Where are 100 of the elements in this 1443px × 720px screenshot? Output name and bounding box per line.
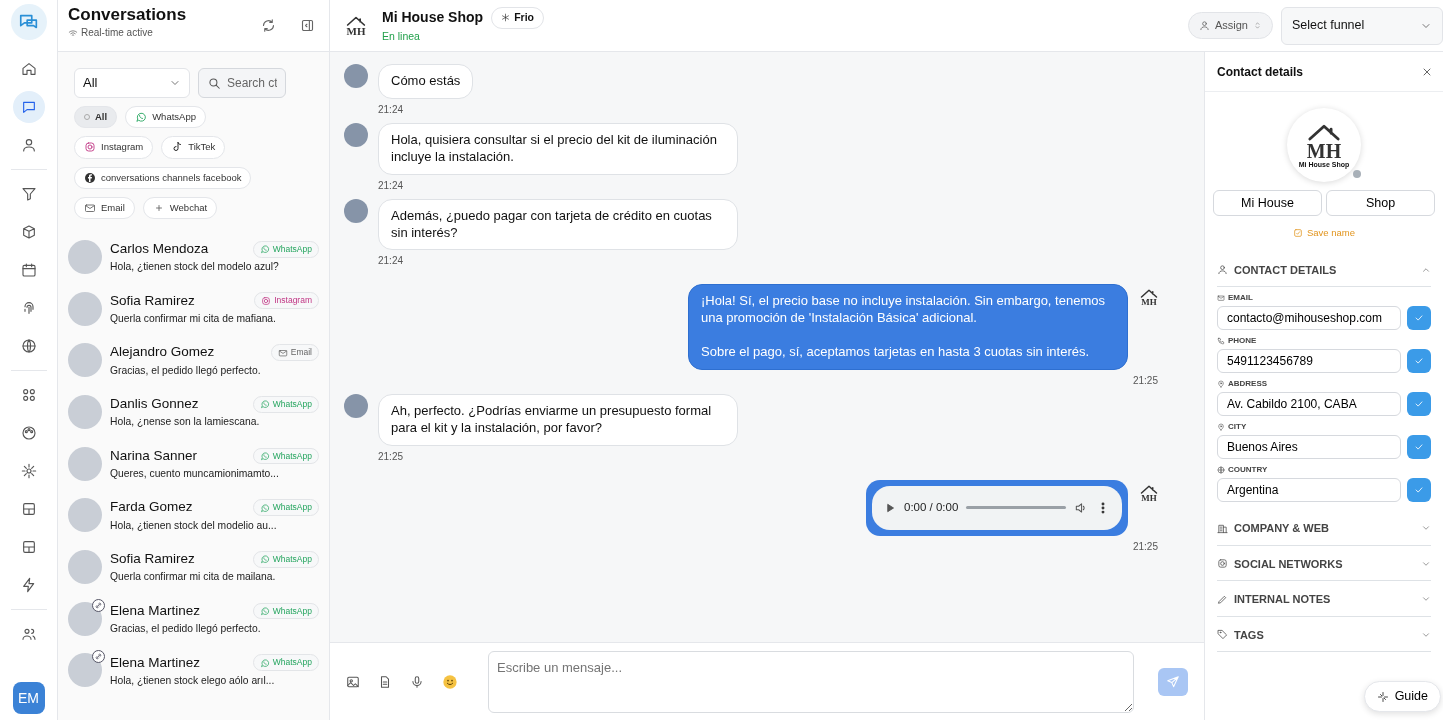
calendar-icon <box>20 262 37 278</box>
check-icon <box>1414 442 1424 452</box>
whatsapp-icon <box>135 111 148 124</box>
emoji-icon <box>442 674 458 691</box>
message-bubble: Además, ¿puedo pagar con tarjeta de crédito en cuotas sin interés? <box>378 198 738 251</box>
sidebar-icon <box>300 18 315 34</box>
layout-icon <box>20 501 37 517</box>
globe-icon <box>20 338 37 354</box>
message-time: 21:24 <box>378 254 405 269</box>
confirm-button[interactable] <box>1407 435 1431 459</box>
message-time: 21:25 <box>378 449 405 464</box>
users-icon <box>20 626 37 642</box>
check-icon <box>1414 356 1424 366</box>
message-preview: Gracias, el pedido llegó perfecto. <box>110 622 262 637</box>
text-field[interactable]: 5491123456789 <box>1217 349 1401 373</box>
text-field[interactable]: Argentina <box>1217 478 1401 502</box>
confirm-button[interactable] <box>1407 306 1431 330</box>
contact-name: Alejandro Gomez <box>110 343 215 362</box>
message-preview: Hola, ¿tienen stock del modelo azul? <box>110 260 280 275</box>
apps-icon <box>20 387 37 403</box>
message-input[interactable]: Escribe un mensaje... <box>488 650 1134 713</box>
document-icon <box>378 675 392 690</box>
channel-badge: WhatsApp <box>252 654 319 671</box>
channel-filter[interactable]: TikTek <box>161 136 226 159</box>
channel-filter[interactable]: All <box>74 106 118 129</box>
globe-icon <box>1217 466 1225 474</box>
chat-icon <box>20 99 37 115</box>
message-preview: Hola, ¿tienen stock elego aólo arıl... <box>110 673 276 688</box>
search-field[interactable]: Search ct <box>198 68 286 98</box>
send-icon <box>1166 674 1180 689</box>
channel-filter[interactable]: WhatsApp <box>125 106 206 129</box>
first-name-field[interactable]: Mi House <box>1213 190 1322 216</box>
audio-progress-track[interactable] <box>966 506 1066 510</box>
panel-title: Contact details <box>1217 63 1303 81</box>
app-logo[interactable] <box>10 4 47 40</box>
tiktok-icon <box>171 141 184 154</box>
guide-button[interactable]: Guide <box>1363 681 1441 712</box>
text-field[interactable]: contacto@mihouseshop.com <box>1217 306 1401 330</box>
channel-badge: WhatsApp <box>252 499 319 516</box>
image-icon <box>346 675 360 690</box>
brand-logo: MH <box>1306 122 1342 161</box>
assign-button[interactable]: Assign <box>1187 12 1273 39</box>
location-icon <box>1217 423 1225 431</box>
confirm-button[interactable] <box>1407 478 1431 502</box>
wifi-icon <box>68 27 78 38</box>
filter-select[interactable]: All <box>74 68 190 98</box>
search-icon <box>207 76 221 90</box>
message-time: 21:24 <box>378 178 405 193</box>
instagram-icon <box>261 295 272 306</box>
section-header[interactable]: CONTACT DETAILS <box>1217 251 1431 287</box>
edit-icon <box>1292 228 1303 238</box>
palette-icon <box>20 425 37 441</box>
message-bubble: Ah, perfecto. ¿Podrías enviarme un presupuesto formal para el kit y la instalación, por favor? <box>378 394 738 446</box>
tag-icon <box>1217 629 1228 641</box>
section-header[interactable]: SOCIAL NETWORKS <box>1217 545 1431 581</box>
avatar-photo <box>344 64 368 88</box>
funnel-select[interactable]: Select funnel <box>1281 6 1443 45</box>
email-icon <box>277 347 288 358</box>
box-icon <box>20 224 37 240</box>
panel-title: Conversations <box>68 5 188 26</box>
section-header[interactable]: TAGS <box>1217 616 1431 652</box>
message-bubble: Cómo estás <box>378 64 474 99</box>
confirm-button[interactable] <box>1407 349 1431 373</box>
check-icon <box>1414 313 1424 323</box>
audio-player[interactable]: 0:00 / 0:00 <box>872 485 1122 530</box>
field-label: EMAIL <box>1228 292 1253 304</box>
avatar-photo <box>344 198 368 223</box>
message-preview: Gracias, el pedido llegó perfecto. <box>110 363 262 378</box>
message-bubble: Hola, quisiera consultar si el precio del kit de iluminación incluye la instalación. <box>378 122 738 175</box>
section-header[interactable]: INTERNAL NOTES <box>1217 581 1431 617</box>
text-field[interactable]: Buenos Aires <box>1217 435 1401 459</box>
message-time: 21:25 <box>1132 539 1158 554</box>
snowflake-icon <box>501 13 511 23</box>
home-icon <box>20 61 37 77</box>
user-icon <box>1217 264 1228 276</box>
instagram-icon <box>1217 558 1228 570</box>
channel-filter[interactable]: Webchat <box>142 196 218 219</box>
channel-badge: WhatsApp <box>252 447 319 465</box>
channel-filter[interactable]: Instagram <box>74 136 154 159</box>
play-icon <box>884 502 896 515</box>
audio-time: 0:00 / 0:00 <box>904 500 959 516</box>
instagram-icon <box>84 141 96 154</box>
user-icon <box>1198 20 1210 31</box>
last-name-field[interactable]: Shop <box>1326 190 1435 216</box>
user-avatar[interactable]: EM <box>12 682 45 714</box>
contact-name: Sofia Ramirez <box>110 291 195 310</box>
channel-filter[interactable]: Email <box>74 196 135 219</box>
whatsapp-icon <box>259 399 270 410</box>
whatsapp-icon <box>259 605 270 616</box>
confirm-button[interactable] <box>1407 392 1431 416</box>
channel-filter[interactable]: conversations channels facebook <box>74 166 252 189</box>
contact-name: Sofia Ramirez <box>110 550 195 569</box>
contact-name: Elena Martinez <box>110 601 201 620</box>
text-field[interactable]: Av. Cabildo 2100, CABA <box>1217 392 1401 416</box>
email-icon <box>1217 294 1225 302</box>
search-input[interactable]: Search ct <box>227 74 277 92</box>
channel-badge: WhatsApp <box>252 602 319 620</box>
section-header[interactable]: COMPANY & WEB <box>1217 510 1431 546</box>
nav-button[interactable] <box>12 91 45 123</box>
channel-badge: WhatsApp <box>252 395 319 413</box>
